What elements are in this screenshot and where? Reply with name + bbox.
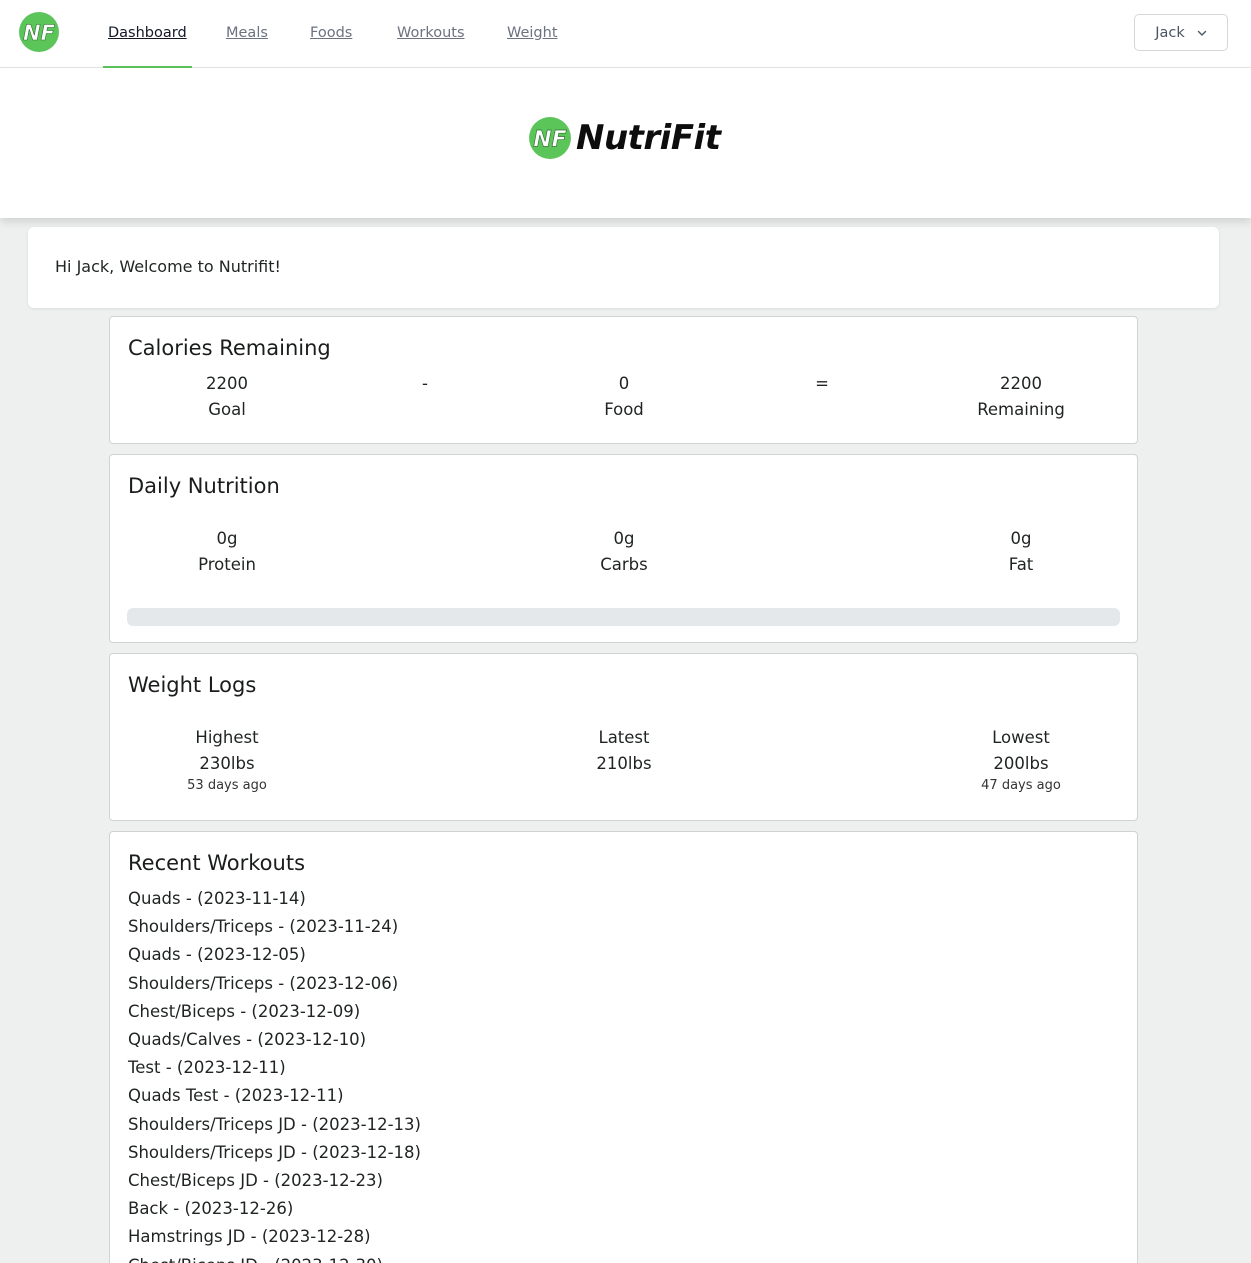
- svg-text:NF: NF: [23, 21, 56, 45]
- workout-item[interactable]: Chest/Biceps - (2023-12-09): [128, 998, 421, 1026]
- nav-link-dashboard[interactable]: Dashboard: [103, 0, 192, 68]
- lowest-value: 200lbs: [993, 754, 1049, 773]
- lowest-ago: 47 days ago: [981, 778, 1061, 793]
- carbs-label: Carbs: [600, 555, 648, 574]
- workout-item[interactable]: Hamstrings JD - (2023-12-28): [128, 1223, 421, 1251]
- weight-latest: Latest 210lbs: [524, 728, 724, 773]
- food-label: Food: [604, 400, 644, 419]
- nutrition-card: Daily Nutrition 0g Protein 0g Carbs 0g F…: [109, 454, 1138, 643]
- workout-item[interactable]: Chest/Biceps JD - (2023-12-30): [128, 1252, 421, 1263]
- fat-stat: 0g Fat: [921, 529, 1121, 574]
- latest-value: 210lbs: [596, 754, 652, 773]
- brand-name: NutriFit: [576, 118, 721, 158]
- calories-card: Calories Remaining 2200 Goal - 0 Food = …: [109, 316, 1138, 444]
- remaining-label: Remaining: [977, 400, 1065, 419]
- weight-highest: Highest 230lbs 53 days ago: [127, 728, 327, 793]
- card-title: Recent Workouts: [128, 851, 306, 875]
- workout-item[interactable]: Back - (2023-12-26): [128, 1195, 421, 1223]
- card-title: Daily Nutrition: [128, 474, 280, 498]
- fat-value: 0g: [1010, 529, 1032, 548]
- nav-link-foods[interactable]: Foods: [310, 0, 352, 68]
- goal-value: 2200: [206, 374, 248, 393]
- minus-sign: -: [422, 374, 428, 393]
- calorie-food: 0 Food: [524, 374, 724, 419]
- workout-item[interactable]: Quads - (2023-12-05): [128, 941, 421, 969]
- lowest-label: Lowest: [992, 728, 1050, 747]
- carbs-value: 0g: [613, 529, 635, 548]
- user-menu-button[interactable]: Jack: [1134, 14, 1228, 51]
- workout-item[interactable]: Quads/Calves - (2023-12-10): [128, 1026, 421, 1054]
- calorie-remaining: 2200 Remaining: [921, 374, 1121, 419]
- remaining-value: 2200: [1000, 374, 1042, 393]
- welcome-message: Hi Jack, Welcome to Nutrifit!: [55, 257, 281, 276]
- nutrifit-logo-icon[interactable]: NF: [18, 11, 60, 53]
- weight-lowest: Lowest 200lbs 47 days ago: [921, 728, 1121, 793]
- protein-label: Protein: [198, 555, 256, 574]
- highest-value: 230lbs: [199, 754, 255, 773]
- goal-label: Goal: [208, 400, 246, 419]
- nav-link-workouts[interactable]: Workouts: [397, 0, 465, 68]
- welcome-card: Hi Jack, Welcome to Nutrifit!: [28, 227, 1219, 308]
- food-value: 0: [618, 374, 630, 393]
- workout-item[interactable]: Chest/Biceps JD - (2023-12-23): [128, 1167, 421, 1195]
- carbs-stat: 0g Carbs: [524, 529, 724, 574]
- protein-stat: 0g Protein: [127, 529, 327, 574]
- workout-item[interactable]: Quads - (2023-11-14): [128, 885, 421, 913]
- card-title: Weight Logs: [128, 673, 257, 697]
- calorie-goal: 2200 Goal: [127, 374, 327, 419]
- brand-banner: NF NutriFit: [0, 68, 1251, 218]
- workout-item[interactable]: Shoulders/Triceps JD - (2023-12-13): [128, 1111, 421, 1139]
- weight-card: Weight Logs Highest 230lbs 53 days ago L…: [109, 653, 1138, 821]
- equals-sign: =: [815, 374, 829, 393]
- workouts-card: Recent Workouts Quads - (2023-11-14) Sho…: [109, 831, 1138, 1263]
- highest-ago: 53 days ago: [187, 778, 267, 793]
- workout-list: Quads - (2023-11-14) Shoulders/Triceps -…: [128, 885, 421, 1263]
- top-navbar: NF Dashboard Meals Foods Workouts Weight…: [0, 0, 1251, 68]
- fat-label: Fat: [1008, 555, 1034, 574]
- workout-item[interactable]: Test - (2023-12-11): [128, 1054, 421, 1082]
- user-name: Jack: [1155, 24, 1185, 41]
- protein-value: 0g: [216, 529, 238, 548]
- chevron-down-icon: [1197, 30, 1206, 36]
- workout-item[interactable]: Quads Test - (2023-12-11): [128, 1082, 421, 1110]
- nav-link-meals[interactable]: Meals: [226, 0, 268, 68]
- svg-text:NF: NF: [533, 127, 566, 152]
- latest-label: Latest: [598, 728, 650, 747]
- nutrifit-logo-icon: NF: [529, 117, 571, 159]
- workout-item[interactable]: Shoulders/Triceps - (2023-11-24): [128, 913, 421, 941]
- card-title: Calories Remaining: [128, 336, 331, 360]
- highest-label: Highest: [195, 728, 259, 747]
- nav-link-weight[interactable]: Weight: [507, 0, 558, 68]
- workout-item[interactable]: Shoulders/Triceps JD - (2023-12-18): [128, 1139, 421, 1167]
- nutrition-progress-bar: [127, 608, 1120, 626]
- workout-item[interactable]: Shoulders/Triceps - (2023-12-06): [128, 970, 421, 998]
